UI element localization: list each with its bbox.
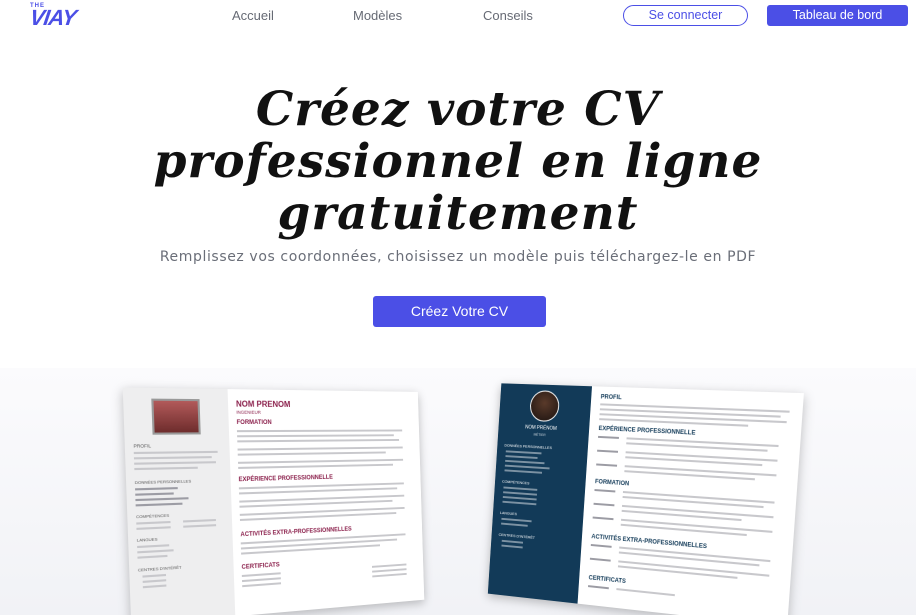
cv2-section-certificats: CERTIFICATS	[588, 575, 626, 585]
cv2-side-interet: CENTRES D'INTÉRÊT	[499, 532, 536, 540]
cv1-text-line	[237, 434, 394, 437]
cv1-section-certificats: CERTIFICATS	[241, 562, 279, 571]
cv2-section-formation: FORMATION	[595, 479, 630, 487]
cv1-text-line	[137, 555, 167, 559]
cv1-text-line	[242, 577, 281, 582]
cv1-text-line	[242, 582, 281, 587]
cv1-text-line	[137, 544, 169, 548]
cv1-side-donnees: DONNÉES PERSONNELLES	[135, 478, 192, 485]
cv1-job: INGENIEUR	[236, 410, 261, 415]
cv1-text-line	[136, 521, 170, 525]
cv1-text-line	[143, 579, 167, 583]
cv1-text-line	[136, 526, 170, 530]
cv2-text-line	[597, 450, 618, 453]
cv2-text-line	[502, 501, 536, 506]
nav-link-accueil[interactable]: Accueil	[232, 8, 274, 23]
cv2-text-line	[501, 523, 528, 527]
hero-title-line-1: Créez votre CV	[256, 82, 660, 137]
cv2-text-line	[501, 518, 531, 522]
cv2-text-line	[503, 491, 537, 495]
cv1-text-line	[134, 467, 198, 470]
cv1-text-line	[238, 464, 393, 469]
cv1-text-line	[143, 584, 167, 588]
cv2-text-line	[506, 450, 542, 454]
cv2-text-line	[590, 558, 611, 562]
cv2-text-line	[596, 463, 617, 466]
cv1-section-formation: FORMATION	[237, 420, 272, 426]
hero-subtitle: Remplissez vos coordonnées, choisissez u…	[40, 249, 876, 265]
site-logo[interactable]: THE VIAY	[30, 3, 130, 29]
cv1-side-interet: CENTRES D'INTÉRÊT	[138, 565, 182, 573]
nav-link-modeles[interactable]: Modèles	[353, 8, 402, 23]
hero-title-line-2: professionnel en ligne	[154, 134, 763, 189]
cv1-text-line	[135, 492, 174, 495]
cv1-text-line	[237, 439, 399, 442]
cv1-text-line	[136, 503, 183, 507]
cv2-text-line	[588, 585, 609, 589]
cv2-text-line	[593, 517, 614, 521]
cv1-text-line	[372, 564, 406, 568]
cv1-text-line	[142, 574, 166, 578]
cv1-sidebar: PROFIL DONNÉES PERSONNELLES COMPÉTENCES …	[123, 388, 236, 615]
cv2-text-line	[598, 436, 619, 439]
cv1-text-line	[135, 487, 178, 490]
cv2-text-line	[591, 544, 612, 548]
cv-template-preview-2[interactable]: NOM PRÉNOM MÉTIER DONNÉES PERSONNELLES C…	[488, 383, 804, 615]
hero-title: Créez votre CV professionnel en ligne gr…	[58, 84, 858, 240]
cv2-side-competences: COMPÉTENCES	[502, 479, 530, 486]
login-button[interactable]: Se connecter	[623, 5, 748, 26]
dashboard-button[interactable]: Tableau de bord	[767, 5, 908, 26]
cv1-text-line	[237, 430, 402, 433]
cv2-text-line	[594, 489, 615, 492]
cv1-text-line	[135, 497, 188, 501]
cv2-text-line	[504, 469, 542, 473]
cv2-text-line	[503, 496, 537, 500]
cv1-text-line	[134, 456, 212, 459]
hero-title-line-3: gratuitement	[278, 186, 639, 241]
cv1-text-line	[183, 524, 216, 528]
cv2-side-langues: LANGUES	[500, 510, 517, 516]
cv2-text-line	[503, 487, 537, 491]
cv1-text-line	[372, 573, 406, 577]
cv2-side-donnees: DONNÉES PERSONNELLES	[504, 443, 552, 450]
cv1-text-line	[238, 447, 403, 451]
nav-link-conseils[interactable]: Conseils	[483, 8, 533, 23]
cv2-text-line	[594, 503, 615, 507]
cv1-text-line	[183, 519, 216, 523]
cv2-text-line	[505, 455, 537, 459]
top-nav: THE VIAY Accueil Modèles Conseils Se con…	[0, 0, 916, 32]
cv1-text-line	[134, 461, 216, 465]
cv2-section-profil: PROFIL	[600, 394, 621, 401]
cv2-text-line	[616, 588, 675, 596]
cv2-text-line	[502, 540, 523, 544]
cv1-text-line	[372, 568, 406, 572]
cv2-text-line	[505, 460, 544, 464]
cv2-text-line	[501, 545, 522, 549]
cv1-side-langues: LANGUES	[137, 536, 158, 542]
cv1-side-competences: COMPÉTENCES	[136, 513, 169, 520]
cv1-text-line	[134, 451, 218, 454]
cv1-photo	[151, 399, 200, 435]
cv1-text-line	[238, 452, 386, 456]
create-cv-button[interactable]: Créez Votre CV	[373, 296, 546, 327]
cv2-job: MÉTIER	[534, 433, 546, 437]
cv2-sidebar: NOM PRÉNOM MÉTIER DONNÉES PERSONNELLES C…	[488, 383, 592, 603]
cv2-name: NOM PRÉNOM	[525, 425, 557, 432]
cv1-name: NOM PRENOM	[236, 399, 291, 409]
cv1-side-profil: PROFIL	[133, 443, 151, 449]
cv2-photo	[529, 390, 560, 422]
cv1-text-line	[137, 549, 173, 553]
cv1-section-experience: EXPÉRIENCE PROFESSIONNELLE	[239, 475, 333, 483]
logo-word: VIAY	[28, 5, 77, 31]
cv2-text-line	[505, 465, 550, 470]
cv2-section-experience: EXPÉRIENCE PROFESSIONNELLE	[598, 426, 695, 437]
cv1-text-line	[242, 572, 281, 577]
cv2-section-activites: ACTIVITÉS EXTRA-PROFESSIONNELLES	[591, 534, 707, 550]
cv-template-preview-1[interactable]: PROFIL DONNÉES PERSONNELLES COMPÉTENCES …	[123, 388, 425, 615]
